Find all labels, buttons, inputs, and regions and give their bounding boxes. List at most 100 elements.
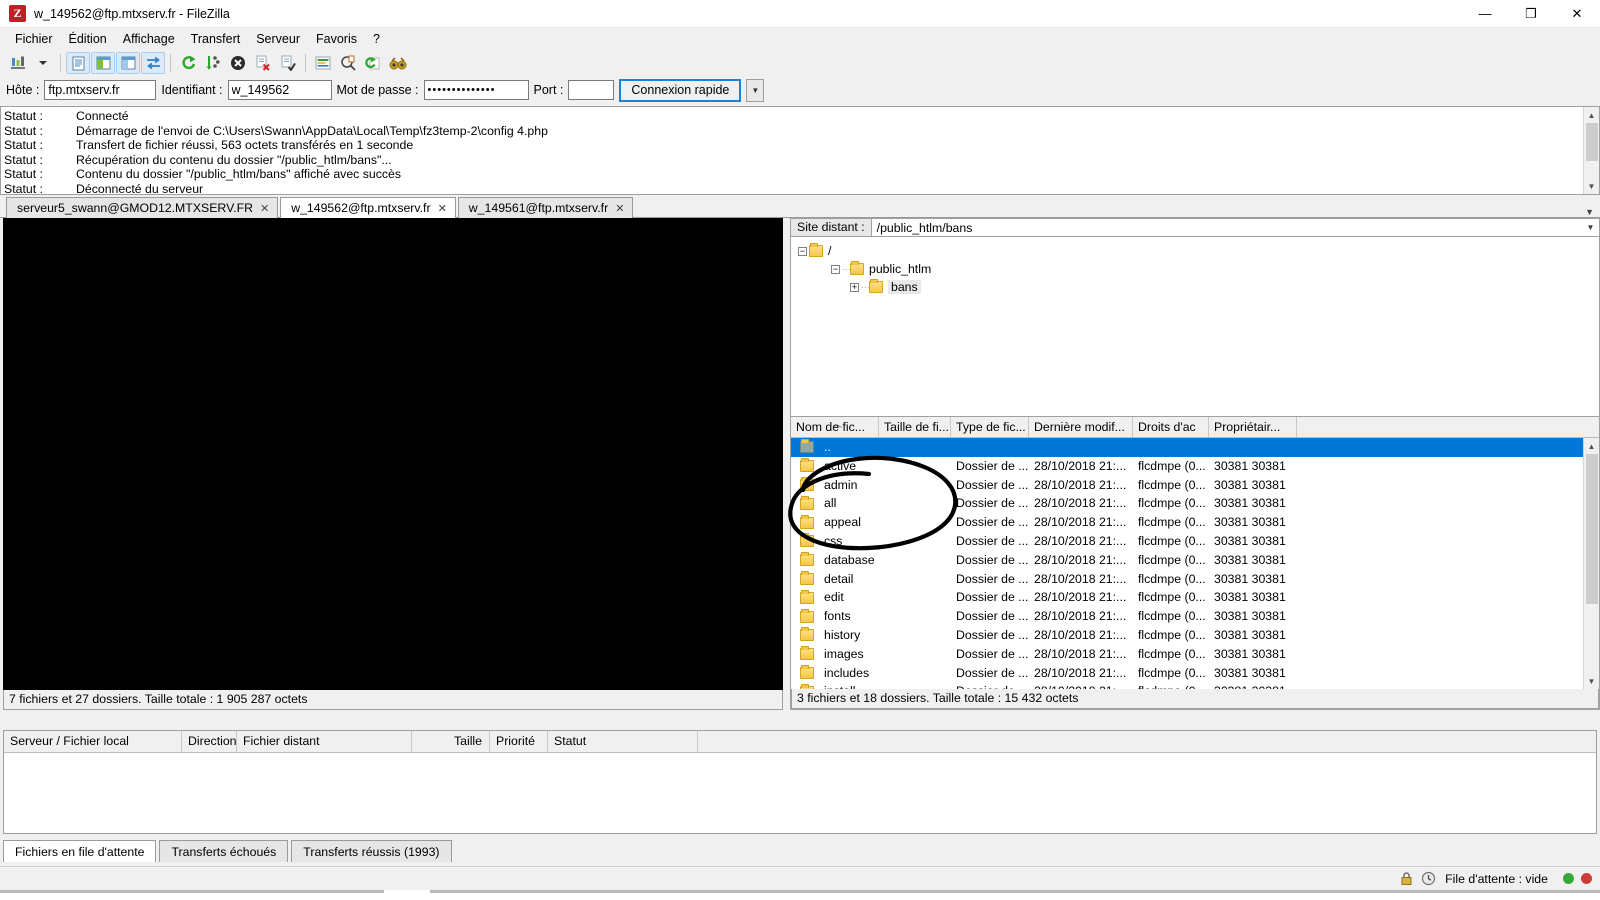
queue-tab-successful-transfers[interactable]: Transferts réussis (1993) (291, 840, 452, 862)
close-icon[interactable]: ✕ (438, 202, 447, 215)
toggle-transfer-queue-icon[interactable] (141, 52, 165, 74)
menu-affichage[interactable]: Affichage (115, 30, 183, 48)
session-tab[interactable]: serveur5_swann@GMOD12.MTXSERV.FR ✕ (6, 197, 279, 218)
menu-transfert[interactable]: Transfert (183, 30, 249, 48)
table-row[interactable]: history Dossier de ... 28/10/2018 21:... fl… (791, 626, 1599, 645)
tab-overflow-icon[interactable]: ▼ (1585, 207, 1600, 217)
file-size-cell (879, 513, 951, 532)
column-header-modified[interactable]: Dernière modif... (1029, 417, 1133, 437)
table-row[interactable]: css Dossier de ... 28/10/2018 21:... flcdmp… (791, 532, 1599, 551)
file-permissions-cell: flcdmpe (0... (1138, 665, 1206, 680)
table-row[interactable]: active Dossier de ... 28/10/2018 21:... flc… (791, 457, 1599, 476)
process-queue-icon[interactable] (201, 52, 225, 74)
search-remote-files-icon[interactable] (386, 52, 410, 74)
queue-tab-queued-files[interactable]: Fichiers en file d'attente (3, 840, 157, 862)
table-row[interactable]: appeal Dossier de ... 28/10/2018 21:... flc… (791, 513, 1599, 532)
refresh-icon[interactable] (176, 52, 200, 74)
log-row: Statut : Connecté (4, 109, 1583, 124)
close-icon[interactable]: ✕ (615, 202, 624, 215)
table-row[interactable]: detail Dossier de ... 28/10/2018 21:... flc… (791, 570, 1599, 589)
scroll-down-icon[interactable]: ▼ (1584, 673, 1600, 689)
remote-path-input[interactable]: /public_htlm/bans ▼ (870, 218, 1600, 237)
scroll-down-icon[interactable]: ▼ (1583, 178, 1599, 194)
scrollbar-thumb[interactable] (1585, 454, 1598, 604)
toggle-local-tree-icon[interactable] (91, 52, 115, 74)
quickconnect-button[interactable]: Connexion rapide (619, 78, 742, 102)
table-row[interactable]: .. (791, 438, 1599, 457)
reconnect-icon[interactable] (276, 52, 300, 74)
session-tab[interactable]: w_149562@ftp.mtxserv.fr ✕ (280, 197, 456, 218)
menu-edition[interactable]: Édition (61, 30, 115, 48)
site-manager-dropdown-icon[interactable] (31, 52, 55, 74)
table-row[interactable]: database Dossier de ... 28/10/2018 21:... f… (791, 551, 1599, 570)
directory-comparison-icon[interactable] (336, 52, 360, 74)
tree-expander-icon[interactable]: − (831, 264, 840, 274)
file-name: fonts (824, 609, 851, 624)
menu-fichier[interactable]: Fichier (7, 30, 61, 48)
table-row[interactable]: edit Dossier de ... 28/10/2018 21:... flcdm… (791, 588, 1599, 607)
menu-help[interactable]: ? (365, 30, 388, 48)
table-row[interactable]: install Dossier de ...28/10/2018 21:...fl… (791, 682, 1599, 689)
password-input[interactable] (423, 80, 529, 100)
file-modified-cell: 28/10/2018 21:... (1034, 496, 1127, 511)
log-scrollbar[interactable]: ▲ ▼ (1583, 107, 1599, 194)
table-row[interactable]: includes Dossier de ... 28/10/2018 21:... f… (791, 664, 1599, 683)
filter-icon[interactable] (311, 52, 335, 74)
table-row[interactable]: images Dossier de ... 28/10/2018 21:... flc… (791, 645, 1599, 664)
queue-column-priority[interactable]: Priorité (490, 731, 548, 752)
column-header-size[interactable]: Taille de fi... (879, 417, 951, 437)
menu-bar: Fichier Édition Affichage Transfert Serv… (0, 28, 1600, 50)
tree-expander-icon[interactable]: + (850, 282, 859, 292)
menu-favoris[interactable]: Favoris (308, 30, 365, 48)
column-header-type[interactable]: Type de fic... (951, 417, 1029, 437)
minimize-icon[interactable]: — (1462, 0, 1508, 28)
menu-serveur[interactable]: Serveur (248, 30, 308, 48)
site-manager-icon[interactable] (6, 52, 30, 74)
queue-tab-failed-transfers[interactable]: Transferts échoués (159, 840, 289, 862)
queue-rows[interactable] (4, 753, 1596, 833)
table-row[interactable]: admin Dossier de ... 28/10/2018 21:... flcd… (791, 476, 1599, 495)
disconnect-icon[interactable] (251, 52, 275, 74)
tree-node-root[interactable]: − / (798, 242, 1599, 260)
host-input[interactable] (44, 80, 157, 100)
scroll-up-icon[interactable]: ▲ (1583, 107, 1599, 123)
file-name-cell: appeal (791, 513, 879, 532)
port-input[interactable] (568, 80, 615, 100)
file-type-cell: Dossier de ... (956, 665, 1029, 680)
tree-expander-icon[interactable]: − (798, 246, 807, 256)
queue-column-direction[interactable]: Direction (182, 731, 237, 752)
close-icon[interactable]: ✕ (260, 202, 269, 215)
log-kind: Statut : (4, 152, 43, 167)
scrollbar-thumb[interactable] (1585, 123, 1598, 161)
cancel-operation-icon[interactable] (226, 52, 250, 74)
queue-column-size[interactable]: Taille (412, 731, 490, 752)
log-row: Statut : Démarrage de l'envoi de C:\User… (4, 124, 1583, 139)
transfer-queue-list[interactable]: Serveur / Fichier local Direction Fichie… (3, 730, 1597, 834)
file-list-body[interactable]: .. active Dossier de ... 28/10/2018 21:... f… (791, 438, 1599, 689)
file-list-scrollbar[interactable]: ▲ ▼ (1583, 438, 1599, 689)
local-pane-content[interactable] (3, 218, 783, 703)
maximize-icon[interactable]: ❐ (1508, 0, 1554, 28)
quickconnect-dropdown-icon[interactable]: ▼ (746, 78, 765, 102)
synchronized-browsing-icon[interactable] (361, 52, 385, 74)
tree-node-public-htlm[interactable]: − ⋯ public_htlm (798, 260, 1599, 278)
table-row[interactable]: all Dossier de ... 28/10/2018 21:... flcdmp… (791, 494, 1599, 513)
toggle-remote-tree-icon[interactable] (116, 52, 140, 74)
column-header-name[interactable]: Nom de fic... ︿ (791, 417, 879, 437)
remote-directory-tree[interactable]: − / − ⋯ public_htlm + ⋯ bans (790, 237, 1600, 417)
queue-column-remote-file[interactable]: Fichier distant (237, 731, 412, 752)
toggle-message-log-icon[interactable] (66, 52, 90, 74)
file-permissions-cell (1133, 438, 1209, 457)
tree-node-bans[interactable]: + ⋯ bans (798, 278, 1599, 296)
queue-column-server-local[interactable]: Serveur / Fichier local (4, 731, 182, 752)
close-icon[interactable]: ✕ (1554, 0, 1600, 28)
scroll-up-icon[interactable]: ▲ (1584, 438, 1600, 454)
column-header-owner[interactable]: Propriétair... (1209, 417, 1297, 437)
queue-column-status[interactable]: Statut (548, 731, 698, 752)
username-input[interactable] (227, 80, 332, 100)
file-type-cell (951, 438, 1029, 457)
table-row[interactable]: fonts Dossier de ... 28/10/2018 21:... flcd… (791, 607, 1599, 626)
column-header-permissions[interactable]: Droits d'ac (1133, 417, 1209, 437)
session-tab[interactable]: w_149561@ftp.mtxserv.fr ✕ (457, 197, 634, 218)
chevron-down-icon[interactable]: ▼ (1582, 219, 1599, 236)
